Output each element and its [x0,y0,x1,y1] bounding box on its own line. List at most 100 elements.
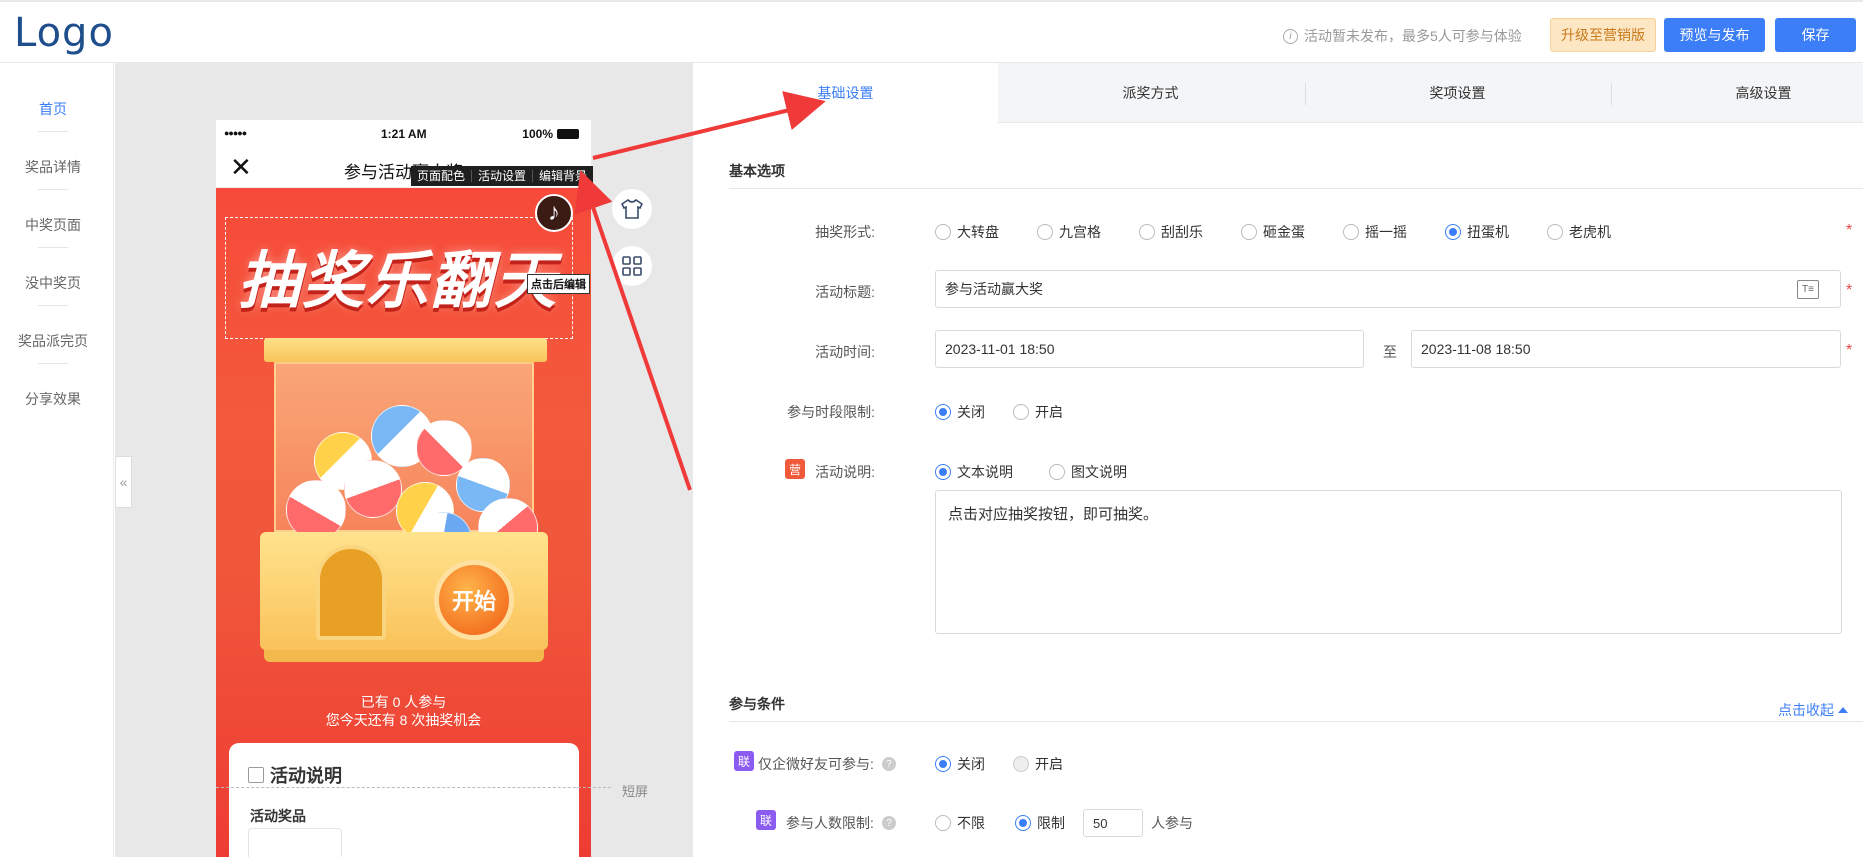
wecom-only-label: 仅企微好友可参与: ? [758,754,908,774]
radio-label: 砸金蛋 [1263,224,1305,240]
text-format-icon[interactable]: T≡ [1797,280,1819,299]
edit-tooltip: 点击后编辑 [527,274,590,294]
radio-dot [935,464,951,480]
toolbar-activity-settings[interactable]: 活动设置 [472,170,534,182]
activity-title-input[interactable]: 参与活动赢大奖 [935,270,1841,308]
publish-notice: i 活动暂未发布，最多5人可参与体验 [1283,26,1522,46]
nav-divider [38,305,68,306]
radio-dot [1037,224,1053,240]
toolbar-edit-background[interactable]: 编辑背景 [533,170,593,182]
nav-divider [38,247,68,248]
prize-thumbnail [248,828,342,857]
nav-item-prize-out-page[interactable]: 奖品派完页 [0,331,106,351]
radio-text-desc[interactable]: 文本说明 [935,462,1013,482]
info-icon: i [1283,28,1298,44]
start-time-input[interactable]: 2023-11-01 18:50 [935,330,1364,368]
radio-wecom-off[interactable]: 关闭 [935,754,985,774]
radio-label: 图文说明 [1071,464,1127,480]
section-conditions: 参与条件 [729,696,785,712]
radio-label: 开启 [1035,404,1063,420]
activity-time-label: 活动时间: [815,344,875,360]
card-title: 活动说明 [248,762,342,788]
radio-dot [1241,224,1257,240]
tab-basic-settings[interactable]: 基础设置 [693,63,998,124]
upgrade-button[interactable]: 升级至营销版 [1550,18,1656,52]
nav-item-win-page[interactable]: 中奖页面 [0,215,106,235]
preview-publish-button[interactable]: 预览与发布 [1664,18,1765,52]
collapse-section-link[interactable]: 点击收起 [1778,700,1848,720]
radio-label: 扭蛋机 [1467,224,1509,240]
period-limit-radios: 关闭 开启 [935,402,1063,422]
radio-dot [935,404,951,420]
radio-dot [935,756,951,772]
radio-shake[interactable]: 摇一摇 [1343,222,1407,242]
end-time-input[interactable]: 2023-11-08 18:50 [1411,330,1841,368]
radio-scratch[interactable]: 刮刮乐 [1139,222,1203,242]
radio-slot-machine[interactable]: 老虎机 [1547,222,1611,242]
radio-grid[interactable]: 九宫格 [1037,222,1101,242]
radio-dot [1547,224,1563,240]
theme-shirt-icon[interactable] [612,189,652,229]
wecom-only-label-text: 仅企微好友可参与: [758,756,874,772]
required-mark: * [1846,342,1853,359]
nav-item-prize-detail[interactable]: 奖品详情 [0,157,106,177]
section-basic-options: 基本选项 [729,163,785,179]
publish-notice-text: 活动暂未发布，最多5人可参与体验 [1304,28,1522,44]
radio-wecom-on[interactable]: 开启 [1013,754,1063,774]
radio-dot [935,224,951,240]
nav-divider [38,363,68,364]
battery-indicator: 100% [522,127,579,141]
activity-desc-textarea[interactable]: 点击对应抽奖按钮，即可抽奖。 [935,490,1842,634]
capsule-ball [286,480,346,540]
radio-dot [1445,224,1461,240]
participant-limit-input[interactable]: 50 [1083,809,1143,837]
radio-image-desc[interactable]: 图文说明 [1049,462,1127,482]
participant-limit-radios: 不限 限制 [935,813,1065,833]
document-icon [248,767,264,783]
nav-item-share-effect[interactable]: 分享效果 [0,389,106,409]
radio-gacha[interactable]: 扭蛋机 [1445,222,1509,242]
collapse-link-text: 点击收起 [1778,702,1834,718]
settings-panel [693,63,1863,857]
participants-count: 已有 0 人参与 [360,694,447,710]
tab-prize-settings[interactable]: 奖项设置 [1305,63,1610,123]
status-time: 1:21 AM [381,127,427,141]
required-mark: * [1846,222,1853,239]
card-title-text: 活动说明 [270,766,342,786]
settings-tabs: 基础设置 派奖方式 奖项设置 高级设置 [693,63,1863,124]
radio-label: 文本说明 [957,464,1013,480]
battery-text: 100% [522,127,553,141]
radio-wheel[interactable]: 大转盘 [935,222,999,242]
components-grid-icon[interactable] [612,246,652,286]
tab-advanced-settings[interactable]: 高级设置 [1611,63,1863,123]
time-range-separator: 至 [1383,344,1397,360]
card-subtitle: 活动奖品 [250,808,306,824]
save-button[interactable]: 保存 [1775,18,1856,52]
logo: Logo [14,10,114,56]
radio-label: 老虎机 [1569,224,1611,240]
radio-limited[interactable]: 限制 [1015,813,1065,833]
radio-golden-egg[interactable]: 砸金蛋 [1241,222,1305,242]
tab-prize-distribution[interactable]: 派奖方式 [998,63,1303,123]
section-divider [729,721,1863,722]
page-nav: 首页 奖品详情 中奖页面 没中奖页 奖品派完页 分享效果 [0,63,114,857]
help-icon[interactable]: ? [881,757,896,771]
desc-type-radios: 文本说明 图文说明 [935,462,1127,482]
nav-item-lose-page[interactable]: 没中奖页 [0,273,106,293]
radio-label: 关闭 [957,404,985,420]
start-lottery-button[interactable]: 开始 [434,560,514,640]
radio-dot [1013,404,1029,420]
radio-period-on[interactable]: 开启 [1013,402,1063,422]
signal-icon: ●●●●● [224,128,247,138]
radio-dot [1049,464,1065,480]
radio-period-off[interactable]: 关闭 [935,402,985,422]
participant-limit-label-text: 参与人数限制: [786,815,874,831]
radio-dot [1013,756,1029,772]
radio-unlimited[interactable]: 不限 [935,813,985,833]
nav-item-home[interactable]: 首页 [0,99,106,119]
music-note-icon[interactable]: ♪ [535,194,573,232]
collapse-nav-button[interactable]: « [115,456,132,508]
help-icon[interactable]: ? [881,816,896,830]
lottery-banner-title[interactable]: 抽奖乐翻天 [238,230,558,320]
toolbar-page-color[interactable]: 页面配色 [411,170,473,182]
